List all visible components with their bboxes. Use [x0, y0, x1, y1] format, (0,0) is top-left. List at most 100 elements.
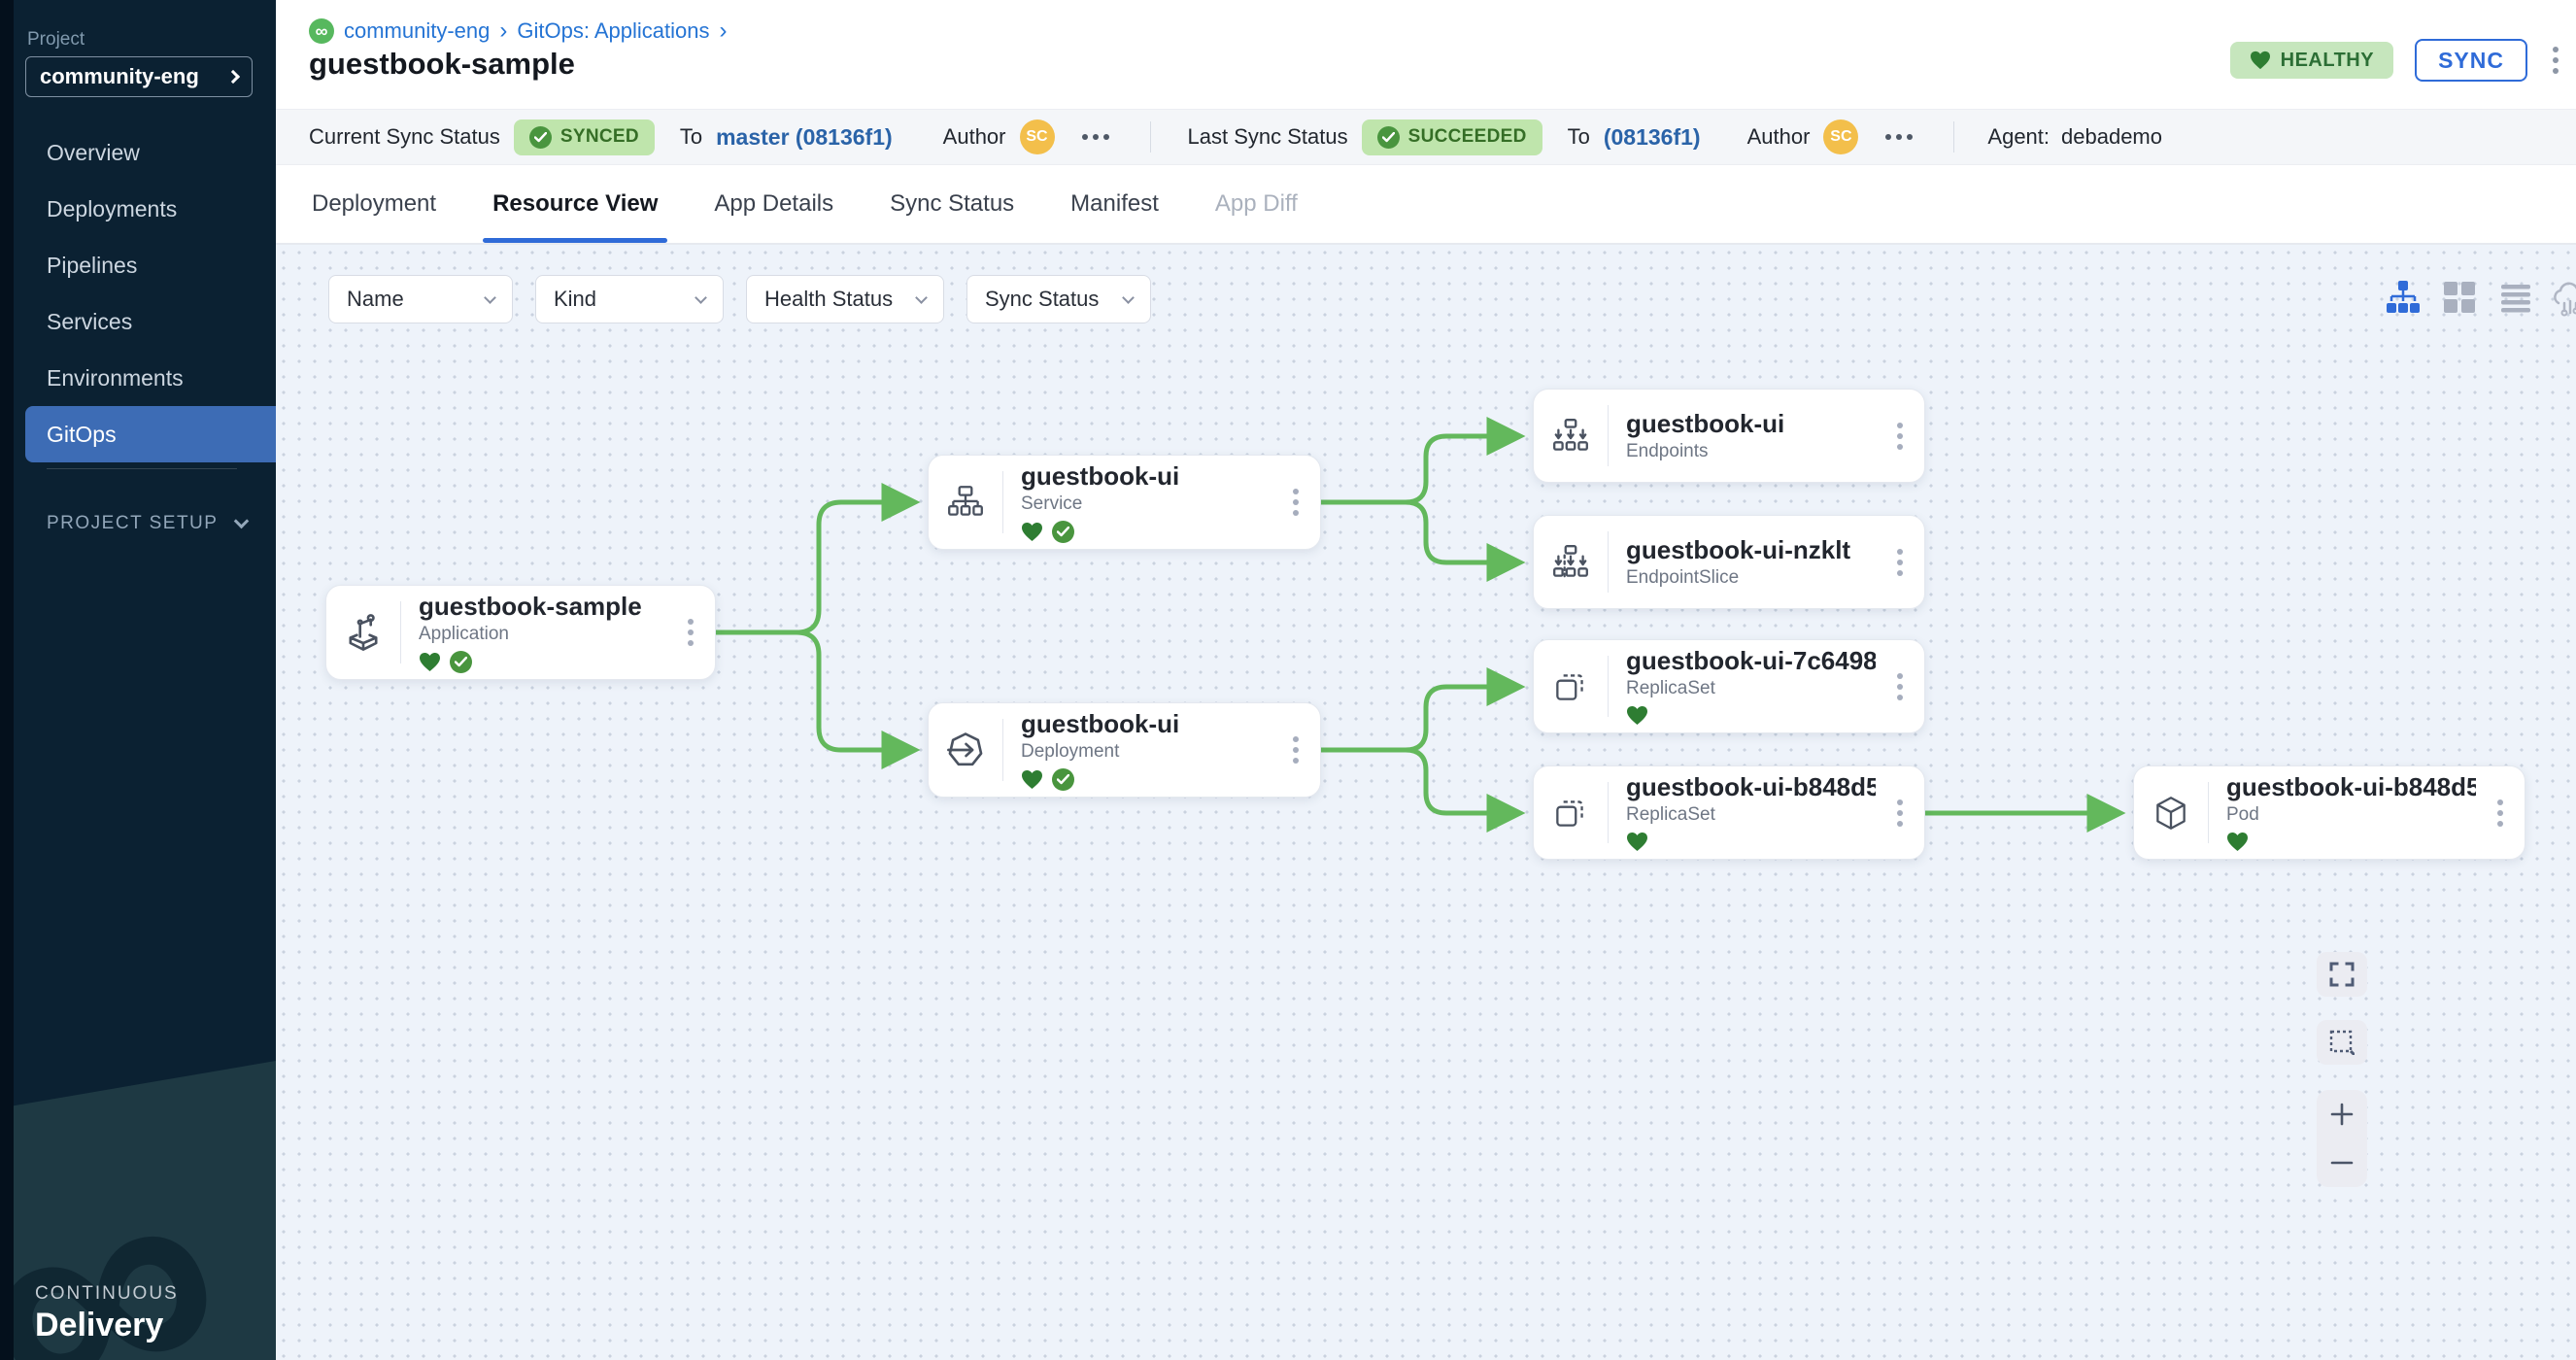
to-label: To [1568, 124, 1590, 150]
node-kind: Deployment [1021, 741, 1271, 763]
node-menu-kebab[interactable] [1876, 549, 1924, 576]
breadcrumb-link-project[interactable]: community-eng [344, 18, 490, 44]
brand-delivery-label: Delivery [35, 1307, 179, 1344]
sidebar-divider [47, 468, 237, 469]
module-nav-strip [0, 0, 14, 1360]
zoom-out-button[interactable] [2317, 1139, 2367, 1187]
breadcrumb: ∞ community-eng › GitOps: Applications › [309, 17, 728, 45]
tab-app-details[interactable]: App Details [714, 165, 833, 243]
heart-icon [2226, 832, 2249, 852]
breadcrumb-separator: › [720, 17, 728, 45]
filter-health-status[interactable]: Health Status [746, 275, 944, 323]
check-icon [1052, 768, 1074, 791]
tab-manifest[interactable]: Manifest [1070, 165, 1159, 243]
tab-sync-status[interactable]: Sync Status [890, 165, 1014, 243]
tab-deployment[interactable]: Deployment [312, 165, 436, 243]
pod-icon [2134, 793, 2208, 833]
node-title: guestbook-ui [1626, 409, 1876, 439]
last-target-link[interactable]: (08136f1) [1604, 124, 1701, 151]
cloud-network-icon[interactable] [2549, 278, 2576, 317]
app-menu-kebab[interactable] [2549, 43, 2562, 78]
node-deployment[interactable]: guestbook-ui Deployment [928, 702, 1321, 798]
sync-button[interactable]: SYNC [2415, 39, 2527, 82]
filter-sync-status[interactable]: Sync Status [966, 275, 1151, 323]
list-view-icon[interactable] [2496, 278, 2535, 317]
node-menu-kebab[interactable] [1271, 489, 1320, 516]
node-kind: EndpointSlice [1626, 567, 1876, 589]
sidebar-item-pipelines[interactable]: Pipelines [14, 237, 276, 293]
sidebar-item-gitops[interactable]: GitOps [25, 406, 276, 462]
node-kind: Endpoints [1626, 441, 1876, 462]
sidebar-nav: Overview Deployments Pipelines Services … [14, 124, 276, 462]
node-application[interactable]: guestbook-sample Application [325, 585, 716, 680]
node-replicaset-7c64987dc9[interactable]: guestbook-ui-7c64987dc9 ReplicaSet [1533, 639, 1925, 733]
application-icon [326, 611, 400, 654]
node-menu-kebab[interactable] [1876, 423, 1924, 450]
node-replicaset-b848d5d9d[interactable]: guestbook-ui-b848d5d9d ReplicaSet [1533, 765, 1925, 860]
node-menu-kebab[interactable] [1876, 799, 1924, 827]
node-kind: Application [419, 624, 666, 645]
app-root: Project community-eng Overview Deploymen… [0, 0, 2576, 1360]
page-header: ∞ community-eng › GitOps: Applications ›… [276, 0, 2576, 109]
endpointslice-icon [1534, 542, 1608, 583]
node-service[interactable]: guestbook-ui Service [928, 455, 1321, 550]
heart-icon [2250, 51, 2271, 70]
tab-bar: Deployment Resource View App Details Syn… [276, 165, 2576, 245]
node-title: guestbook-ui-b848d5d9d [1626, 772, 1876, 802]
sidebar-item-overview[interactable]: Overview [14, 124, 276, 181]
node-pod[interactable]: guestbook-ui-b848d5d9... Pod [2133, 765, 2525, 860]
replicaset-icon [1534, 793, 1608, 833]
last-sync-more-kebab[interactable] [1885, 134, 1913, 140]
node-menu-kebab[interactable] [1271, 736, 1320, 764]
project-setup-toggle[interactable]: PROJECT SETUP [47, 513, 247, 534]
sidebar: Project community-eng Overview Deploymen… [14, 0, 276, 1360]
marquee-select-button[interactable] [2317, 1020, 2367, 1065]
node-menu-kebab[interactable] [666, 619, 715, 646]
node-endpoints[interactable]: guestbook-ui Endpoints [1533, 389, 1925, 483]
heart-icon [1626, 705, 1648, 726]
chevron-down-icon [695, 291, 707, 304]
current-sync-status-label: Current Sync Status [309, 124, 500, 150]
resource-tree-canvas[interactable]: Name Kind Health Status Sync Status [276, 245, 2576, 1360]
project-selector[interactable]: community-eng [25, 56, 253, 97]
agent-value: debademo [2061, 124, 2162, 150]
heart-icon [1626, 832, 1648, 852]
node-menu-kebab[interactable] [1876, 673, 1924, 700]
node-endpointslice[interactable]: guestbook-ui-nzklt EndpointSlice [1533, 515, 1925, 609]
project-selector-value: community-eng [40, 64, 199, 89]
author-label: Author [943, 124, 1006, 150]
gitops-breadcrumb-icon: ∞ [309, 18, 334, 44]
sidebar-item-services[interactable]: Services [14, 293, 276, 350]
tab-resource-view[interactable]: Resource View [492, 165, 658, 243]
zoom-in-button[interactable] [2317, 1090, 2367, 1139]
filter-kind[interactable]: Kind [535, 275, 724, 323]
author-avatar: SC [1020, 119, 1055, 154]
filter-bar: Name Kind Health Status Sync Status [328, 275, 1151, 323]
current-target-link[interactable]: master (08136f1) [716, 124, 893, 151]
filter-name[interactable]: Name [328, 275, 513, 323]
zoom-controls [2317, 1090, 2367, 1187]
sidebar-item-environments[interactable]: Environments [14, 350, 276, 406]
grid-view-icon[interactable] [2440, 278, 2479, 317]
node-kind: Service [1021, 493, 1271, 515]
author-label: Author [1747, 124, 1811, 150]
node-title: guestbook-ui [1021, 709, 1271, 739]
brand-continuous-label: CONTINUOUS [35, 1283, 179, 1305]
check-icon [450, 651, 472, 673]
fit-to-screen-button[interactable] [2317, 952, 2367, 997]
synced-badge: SYNCED [514, 119, 655, 155]
divider [1150, 121, 1151, 153]
endpoints-icon [1534, 416, 1608, 457]
node-kind: ReplicaSet [1626, 804, 1876, 826]
node-menu-kebab[interactable] [2476, 799, 2525, 827]
check-icon [1052, 521, 1074, 543]
chevron-down-icon [915, 291, 928, 304]
node-title: guestbook-ui [1021, 461, 1271, 492]
divider [1953, 121, 1954, 153]
current-sync-more-kebab[interactable] [1082, 134, 1109, 140]
breadcrumb-link-applications[interactable]: GitOps: Applications [517, 18, 709, 44]
agent-label: Agent: [1987, 124, 2050, 150]
replicaset-icon [1534, 666, 1608, 707]
tree-view-icon[interactable] [2384, 278, 2423, 317]
sidebar-item-deployments[interactable]: Deployments [14, 181, 276, 237]
